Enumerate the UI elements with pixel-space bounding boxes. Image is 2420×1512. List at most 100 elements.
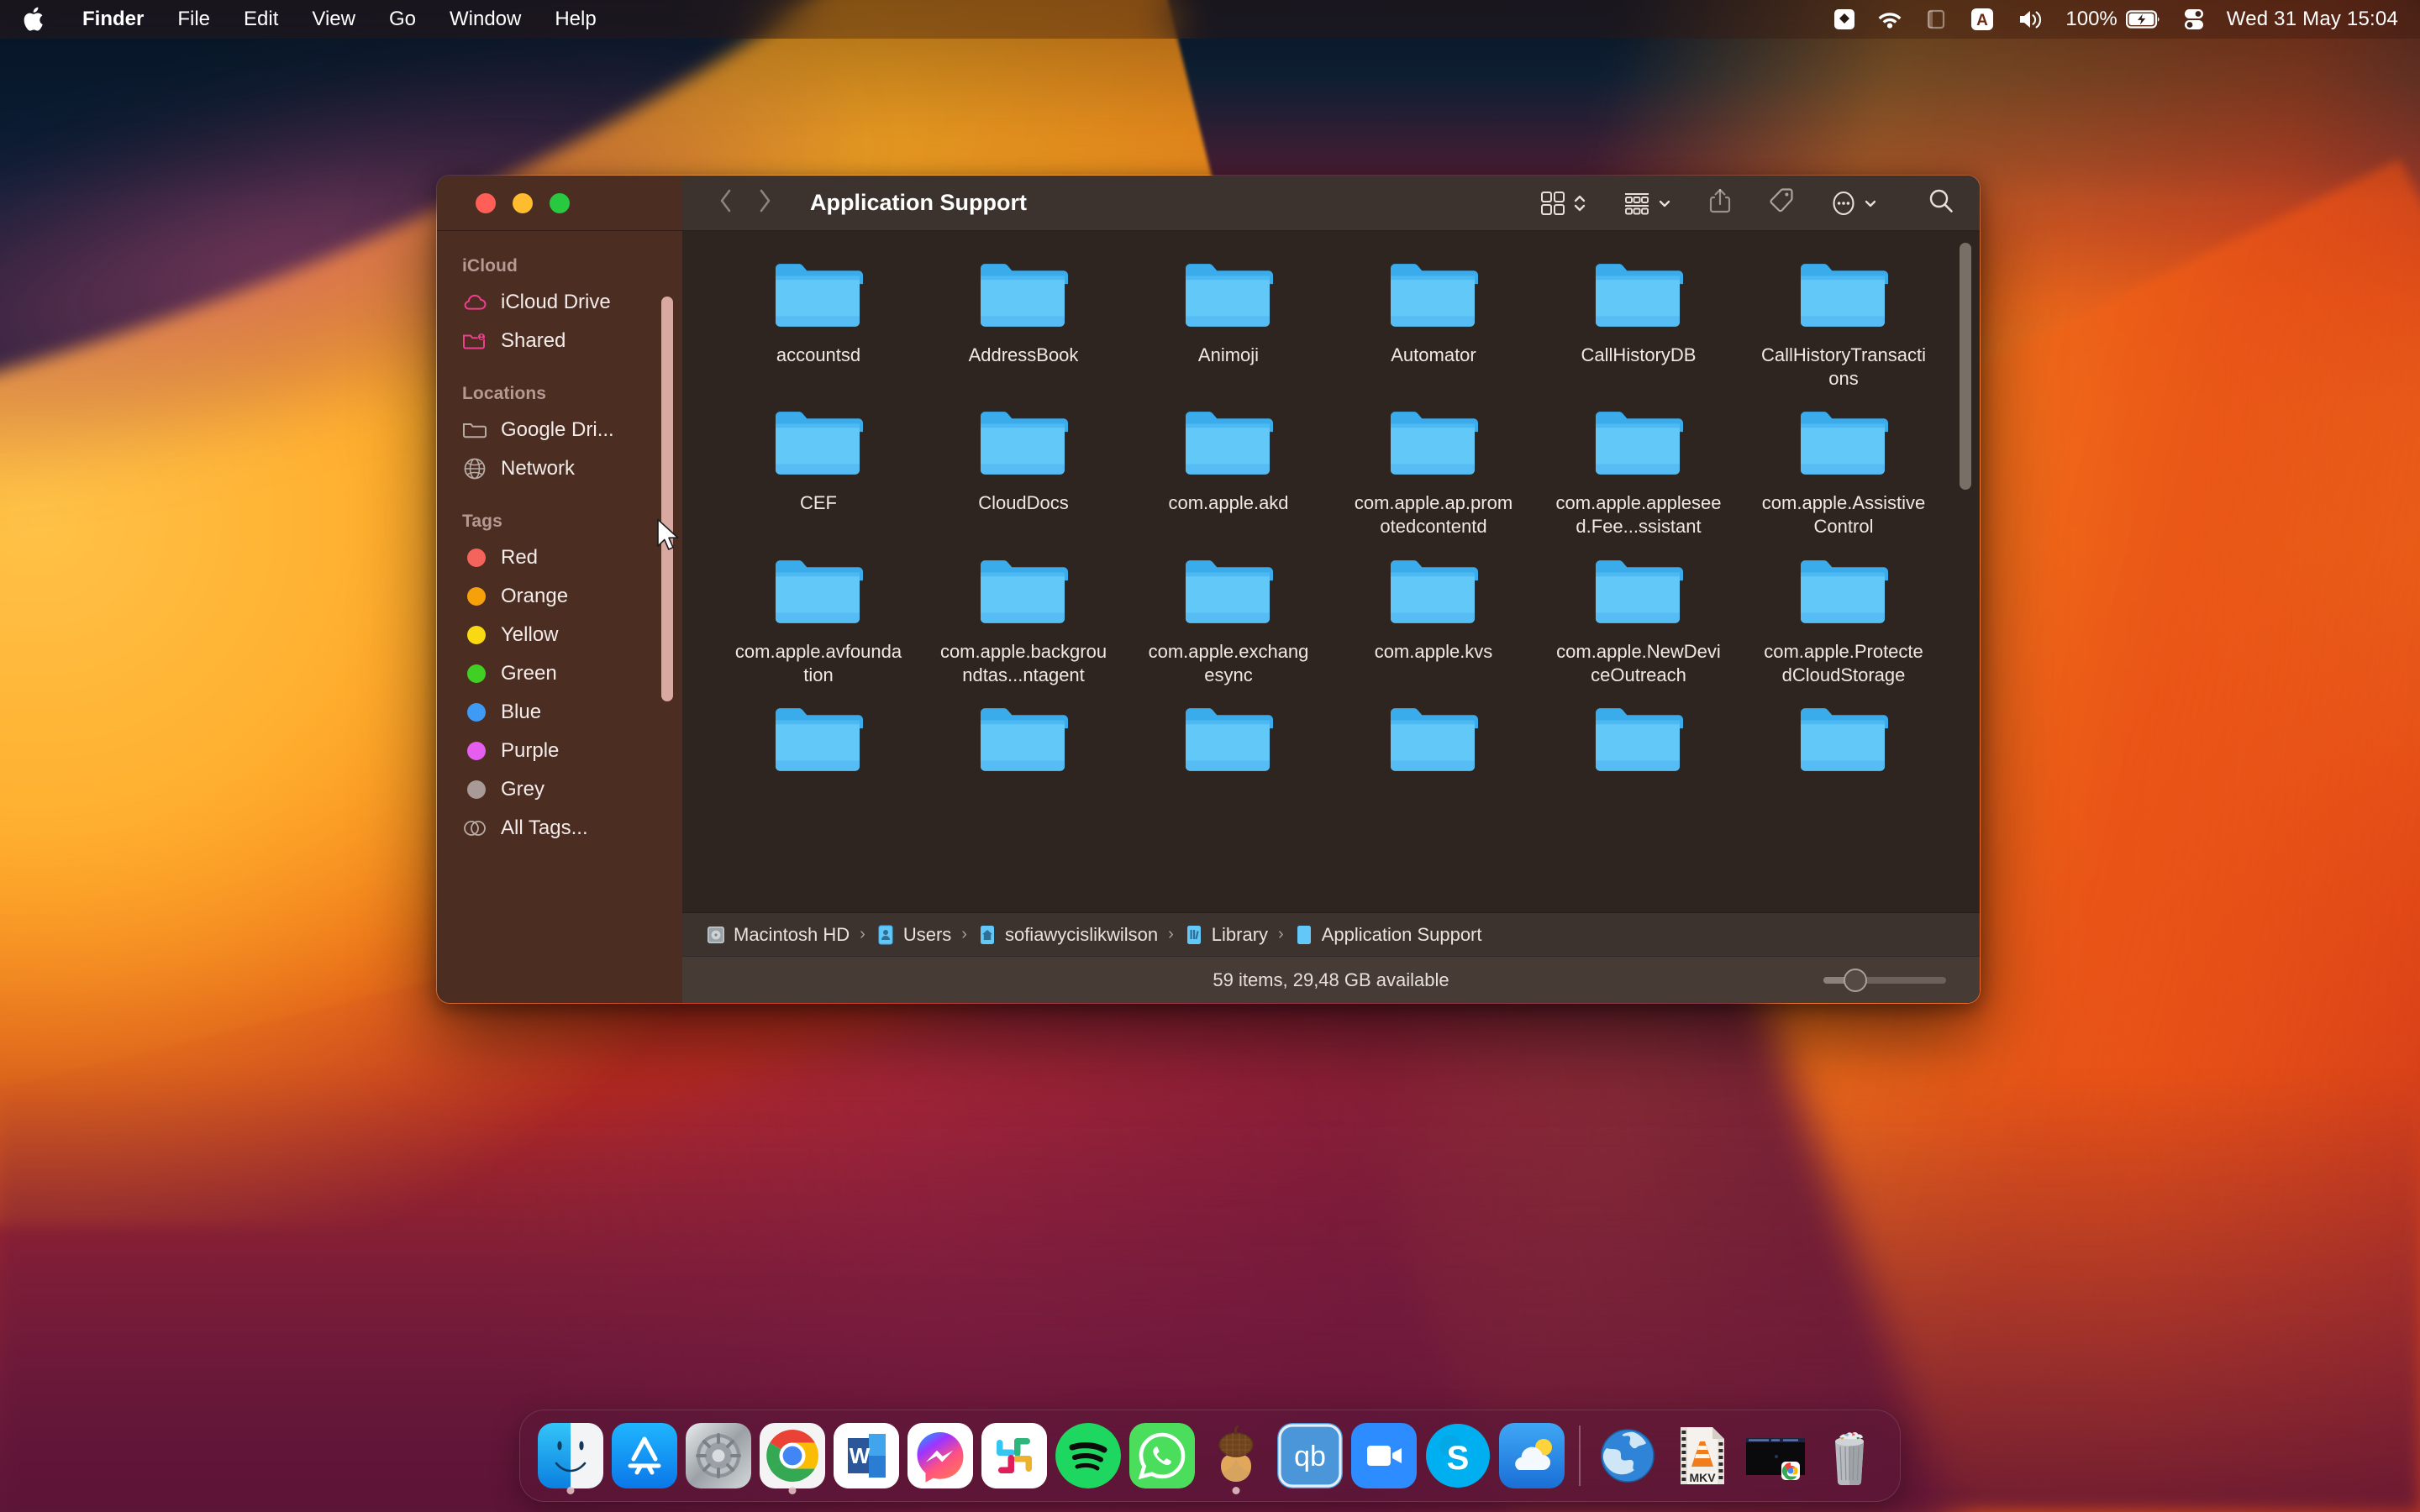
qbittorrent-icon: qb <box>1277 1423 1343 1488</box>
dock-item-zoom[interactable] <box>1347 1410 1421 1502</box>
file-item[interactable]: com.apple.AssistiveControl <box>1741 407 1946 538</box>
spotify-icon <box>1055 1423 1121 1488</box>
more-actions-button[interactable] <box>1831 190 1877 217</box>
file-item[interactable]: Animoji <box>1126 260 1331 391</box>
sidebar-item-tag-blue[interactable]: Blue <box>437 693 682 732</box>
dropbox-icon[interactable] <box>1833 8 1855 31</box>
breadcrumb-item-library[interactable]: Library <box>1184 924 1268 946</box>
sidebar-item-all-tags[interactable]: All Tags... <box>437 809 682 848</box>
dock-item-slack[interactable] <box>977 1410 1051 1502</box>
dock-item-system-settings[interactable] <box>681 1410 755 1502</box>
file-item[interactable]: CallHistoryDB <box>1536 260 1741 391</box>
breadcrumb-item-application-support[interactable]: Application Support <box>1294 924 1482 946</box>
finder-window[interactable]: iCloud iCloud Drive Shared Locations Goo… <box>436 175 1981 1004</box>
dock-item-screenshot-thumbnail[interactable] <box>1739 1410 1812 1502</box>
sidebar-item-tag-purple[interactable]: Purple <box>437 732 682 770</box>
apple-menu[interactable] <box>22 6 66 33</box>
menu-edit[interactable]: Edit <box>227 0 295 39</box>
slider-knob[interactable] <box>1844 968 1867 992</box>
back-button[interactable] <box>719 189 733 217</box>
file-grid-area[interactable]: accountsd AddressBook Animoji Automator … <box>682 231 1980 912</box>
file-item[interactable]: com.apple.ProtectedCloudStorage <box>1741 556 1946 687</box>
file-item[interactable]: com.apple.appleseed.Fee...ssistant <box>1536 407 1741 538</box>
finder-sidebar[interactable]: iCloud iCloud Drive Shared Locations Goo… <box>437 176 682 1003</box>
breadcrumb-item-macintosh-hd[interactable]: Macintosh HD <box>706 924 850 946</box>
breadcrumb-item-users[interactable]: Users <box>876 924 951 946</box>
search-icon[interactable] <box>1928 187 1954 218</box>
dock-item-trash[interactable] <box>1812 1410 1886 1502</box>
window-title-bar[interactable] <box>437 176 682 231</box>
battery-charging-icon[interactable] <box>2125 9 2161 29</box>
icon-size-slider[interactable] <box>1823 968 1946 992</box>
menu-go[interactable]: Go <box>372 0 433 39</box>
dock-item-chrome[interactable] <box>755 1410 829 1502</box>
menu-bar-clock[interactable]: Wed 31 May 15:04 <box>2227 8 2398 31</box>
file-item[interactable]: CallHistoryTransactions <box>1741 260 1946 391</box>
folder-icon <box>1389 556 1478 628</box>
file-item[interactable]: AddressBook <box>921 260 1126 391</box>
close-button[interactable] <box>476 192 496 213</box>
breadcrumb-item-home[interactable]: sofiawycislikwilson <box>977 924 1158 946</box>
sidebar-item-network[interactable]: Network <box>437 449 682 488</box>
sidebar-scrollbar[interactable] <box>661 297 673 701</box>
sidebar-item-tag-green[interactable]: Green <box>437 654 682 693</box>
sidebar-item-tag-red[interactable]: Red <box>437 538 682 577</box>
dock-item-word[interactable]: W <box>829 1410 903 1502</box>
maximize-button[interactable] <box>550 192 570 213</box>
dock-item-app-store[interactable] <box>608 1410 681 1502</box>
file-item[interactable]: CEF <box>716 407 921 538</box>
sidebar-item-tag-yellow[interactable]: Yellow <box>437 616 682 654</box>
dock-item-skype[interactable]: S <box>1421 1410 1495 1502</box>
dock-item-acorn[interactable] <box>1199 1410 1273 1502</box>
dock-item-mkv-file[interactable]: MKV <box>1665 1410 1739 1502</box>
icon-view-button[interactable] <box>1540 191 1586 216</box>
content-scrollbar[interactable] <box>1960 243 1971 490</box>
tags-button[interactable] <box>1769 187 1794 218</box>
file-item[interactable]: com.apple.ap.promotedcontentd <box>1331 407 1536 538</box>
sidebar-scroll-area[interactable]: iCloud iCloud Drive Shared Locations Goo… <box>437 231 682 1003</box>
file-item[interactable]: com.apple.avfoundation <box>716 556 921 687</box>
menu-file[interactable]: File <box>160 0 227 39</box>
minimize-button[interactable] <box>513 192 533 213</box>
file-label: com.apple.NewDeviceOutreach <box>1556 640 1721 685</box>
dock-item-weather[interactable] <box>1495 1410 1569 1502</box>
file-item[interactable] <box>1331 704 1536 788</box>
control-center-icon[interactable] <box>2183 8 2205 31</box>
menu-window[interactable]: Window <box>433 0 538 39</box>
sidebar-item-icloud-drive[interactable]: iCloud Drive <box>437 283 682 322</box>
file-item[interactable] <box>1126 704 1331 788</box>
forward-button[interactable] <box>758 189 771 217</box>
file-item[interactable]: com.apple.akd <box>1126 407 1331 538</box>
file-item[interactable]: accountsd <box>716 260 921 391</box>
screen-mirroring-icon[interactable] <box>1924 8 1948 30</box>
sidebar-item-shared[interactable]: Shared <box>437 322 682 360</box>
file-item[interactable]: com.apple.NewDeviceOutreach <box>1536 556 1741 687</box>
file-item[interactable] <box>716 704 921 788</box>
file-item[interactable]: Automator <box>1331 260 1536 391</box>
volume-icon[interactable] <box>2017 8 2044 30</box>
dock-item-spotify[interactable] <box>1051 1410 1125 1502</box>
share-button[interactable] <box>1708 187 1732 218</box>
file-item[interactable]: com.apple.kvs <box>1331 556 1536 687</box>
menu-view[interactable]: View <box>295 0 372 39</box>
group-by-button[interactable] <box>1623 191 1671 216</box>
dock-item-finder[interactable] <box>534 1410 608 1502</box>
dock-item-qbittorrent[interactable]: qb <box>1273 1410 1347 1502</box>
file-item[interactable]: CloudDocs <box>921 407 1126 538</box>
dock-item-globe-folder[interactable] <box>1591 1410 1665 1502</box>
sidebar-item-tag-orange[interactable]: Orange <box>437 577 682 616</box>
menu-app-name[interactable]: Finder <box>66 0 160 39</box>
wifi-icon[interactable] <box>1877 9 1902 29</box>
file-item[interactable]: com.apple.exchangesync <box>1126 556 1331 687</box>
sidebar-item-google-drive[interactable]: Google Dri... <box>437 411 682 449</box>
file-item[interactable]: com.apple.backgroundtas...ntagent <box>921 556 1126 687</box>
dock-item-whatsapp[interactable] <box>1125 1410 1199 1502</box>
menu-help[interactable]: Help <box>538 0 613 39</box>
file-item[interactable] <box>921 704 1126 788</box>
dock-item-messenger[interactable] <box>903 1410 977 1502</box>
file-item[interactable] <box>1741 704 1946 788</box>
input-source-icon[interactable]: A <box>1970 7 1995 32</box>
sidebar-item-tag-grey[interactable]: Grey <box>437 770 682 809</box>
toolbar-buttons <box>1540 187 1954 218</box>
file-item[interactable] <box>1536 704 1741 788</box>
